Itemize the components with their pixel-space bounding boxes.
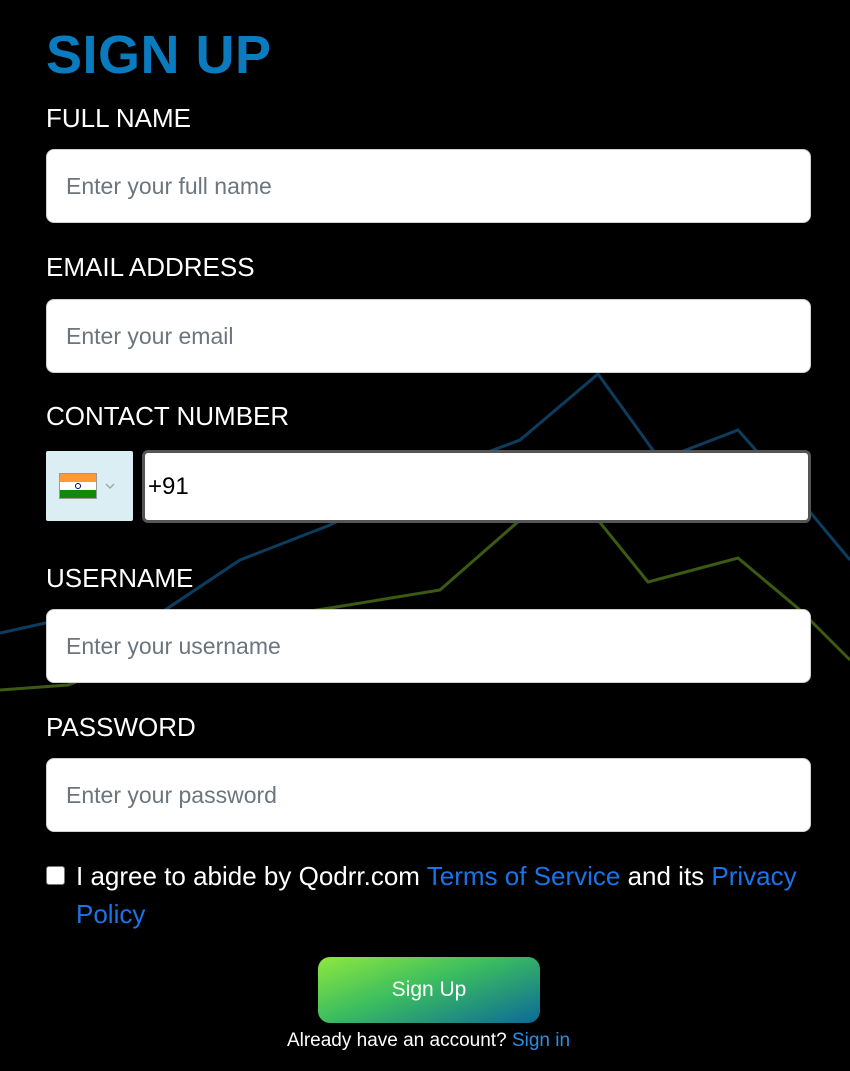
chevron-down-icon — [105, 483, 115, 489]
full-name-input[interactable] — [46, 149, 811, 223]
sign-in-prompt: Already have an account? Sign in — [46, 1030, 811, 1052]
terms-text-start: I agree to abide by Qodrr.com — [76, 861, 427, 891]
sign-in-link[interactable]: Sign in — [512, 1030, 570, 1051]
sign-up-button[interactable]: Sign Up — [318, 957, 540, 1023]
country-code-select[interactable] — [46, 451, 133, 521]
terms-checkbox[interactable] — [46, 866, 65, 885]
full-name-label: FULL NAME — [46, 103, 191, 133]
signup-page: SIGN UP FULL NAME EMAIL ADDRESS CONTACT … — [0, 0, 850, 1071]
india-flag-icon — [59, 473, 97, 499]
terms-text: I agree to abide by Qodrr.com Terms of S… — [76, 857, 806, 933]
email-input[interactable] — [46, 299, 811, 373]
contact-number-label: CONTACT NUMBER — [46, 401, 290, 431]
terms-text-middle: and its — [620, 861, 712, 891]
username-label: USERNAME — [46, 563, 194, 593]
contact-number-input[interactable] — [142, 450, 811, 523]
password-input[interactable] — [46, 758, 811, 832]
terms-of-service-link[interactable]: Terms of Service — [427, 861, 621, 891]
page-title: SIGN UP — [46, 25, 272, 85]
email-label: EMAIL ADDRESS — [46, 252, 255, 282]
username-input[interactable] — [46, 609, 811, 683]
sign-in-prompt-text: Already have an account? — [286, 1030, 512, 1051]
password-label: PASSWORD — [46, 712, 196, 742]
